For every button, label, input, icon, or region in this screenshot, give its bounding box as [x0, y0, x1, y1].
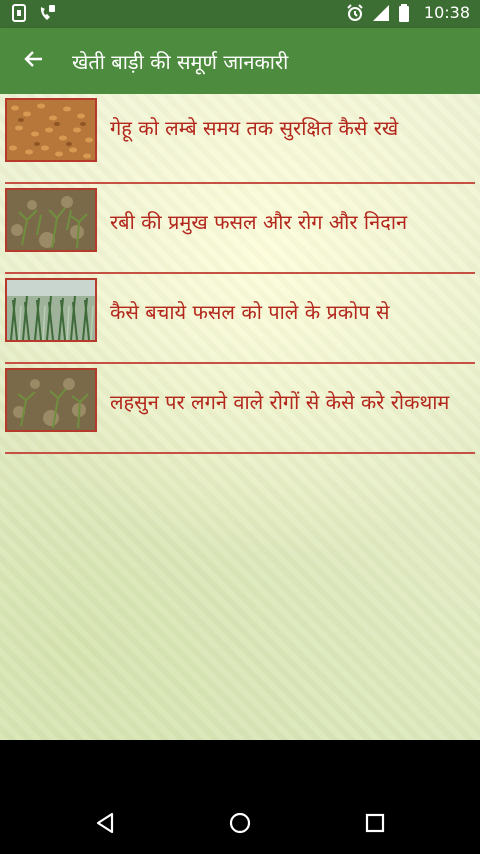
- page-title: खेती बाड़ी की समूर्ण जानकारी: [72, 50, 289, 74]
- list-item[interactable]: कैसे बचाये फसल को पाले के प्रकोप से: [0, 274, 480, 364]
- sd-card-icon: [10, 4, 28, 22]
- phone-wifi-icon: [38, 4, 56, 22]
- battery-icon: [398, 3, 416, 22]
- nav-back-button[interactable]: [85, 805, 125, 845]
- back-button[interactable]: [18, 46, 48, 76]
- list-item-label: रबी की प्रमुख फसल और रोग और निदान: [110, 210, 408, 234]
- home-circle-icon: [228, 811, 252, 839]
- green-crop-field-thumbnail: [5, 278, 97, 342]
- app-bar: खेती बाड़ी की समूर्ण जानकारी: [0, 28, 480, 94]
- recents-square-icon: [363, 811, 387, 839]
- article-list: गेहू को लम्बे समय तक सुरक्षित कैसे रखे र…: [0, 94, 480, 454]
- list-item[interactable]: लहसुन पर लगने वाले रोगों से केसे करे रोक…: [0, 364, 480, 454]
- status-time: 10:38: [423, 3, 470, 22]
- cell-signal-icon: [372, 4, 390, 22]
- list-item-label: लहसुन पर लगने वाले रोगों से केसे करे रोक…: [110, 390, 450, 414]
- arrow-left-icon: [22, 48, 44, 74]
- wheat-grains-thumbnail: [5, 98, 97, 162]
- divider: [5, 452, 475, 454]
- crop-field-soil-thumbnail: [5, 368, 97, 432]
- list-item[interactable]: गेहू को लम्बे समय तक सुरक्षित कैसे रखे: [0, 94, 480, 184]
- list-item-label: कैसे बचाये फसल को पाले के प्रकोप से: [110, 300, 390, 324]
- nav-home-button[interactable]: [220, 805, 260, 845]
- back-triangle-icon: [93, 811, 117, 839]
- content-area: गेहू को लम्बे समय तक सुरक्षित कैसे रखे र…: [0, 94, 480, 740]
- list-item[interactable]: रबी की प्रमुख फसल और रोग और निदान: [0, 184, 480, 274]
- list-item-label: गेहू को लम्बे समय तक सुरक्षित कैसे रखे: [110, 116, 399, 140]
- alarm-icon: [346, 3, 364, 22]
- crop-field-soil-thumbnail: [5, 188, 97, 252]
- nav-recents-button[interactable]: [355, 805, 395, 845]
- status-bar: 10:38: [0, 0, 480, 28]
